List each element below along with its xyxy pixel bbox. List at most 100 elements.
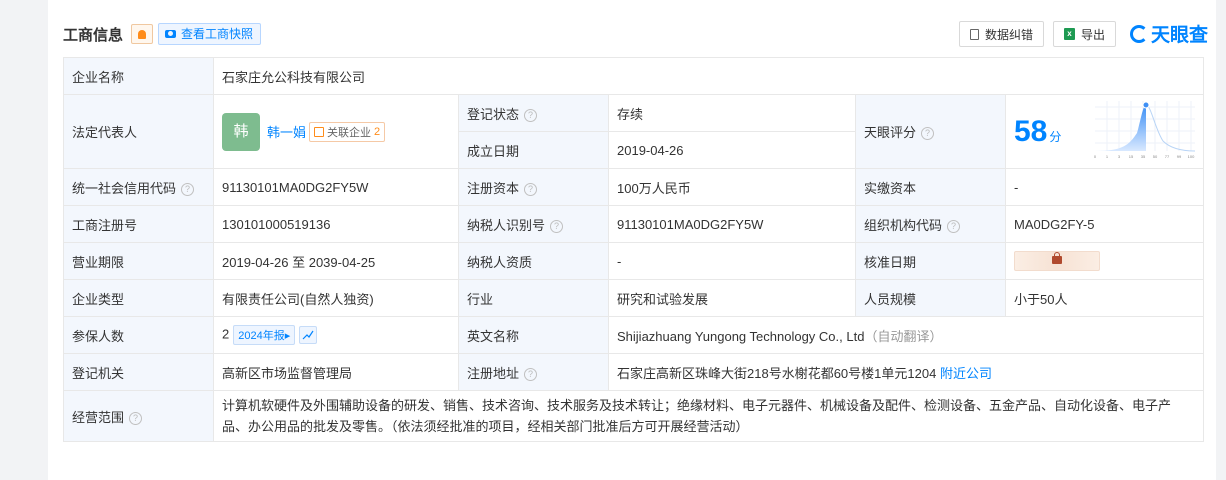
score-axis-tick: 99 — [1177, 154, 1182, 159]
insured-value: 2 — [222, 326, 230, 342]
view-snapshot-label: 查看工商快照 — [181, 27, 254, 41]
reg-no-value: 130101000519136 — [213, 205, 459, 243]
company-name-label: 企业名称 — [63, 57, 214, 95]
score-label-text: 天眼评分 — [864, 125, 917, 140]
business-scope-value: 计算机软硬件及外围辅助设备的研发、销售、技术咨询、技术服务及技术转让；绝缘材料、… — [212, 390, 1205, 442]
business-scope-label-text: 经营范围 — [72, 409, 125, 425]
table-row: 经营范围? 计算机软硬件及外围辅助设备的研发、销售、技术咨询、技术服务及技术转让… — [63, 390, 1205, 442]
org-code-label: 组织机构代码? — [855, 205, 1006, 243]
company-name-value: 石家庄允公科技有限公司 — [212, 57, 1205, 95]
founded-label: 成立日期 — [458, 131, 609, 169]
taxpayer-qual-value: - — [608, 242, 856, 280]
trend-chart-icon[interactable] — [299, 326, 318, 344]
legal-rep-label: 法定代表人 — [63, 94, 214, 169]
score-axis-tick: 3 — [1118, 154, 1121, 159]
score-axis-tick: 1 — [1106, 154, 1109, 159]
company-type-label: 企业类型 — [63, 279, 214, 317]
edit-doc-icon — [970, 28, 979, 40]
help-icon[interactable]: ? — [524, 182, 538, 196]
business-scope-label: 经营范围? — [63, 390, 214, 442]
excel-icon: x — [1064, 28, 1075, 40]
tianyancha-logo[interactable]: 天眼查 — [1129, 20, 1208, 47]
reg-authority-label: 登记机关 — [63, 353, 214, 391]
score-cell[interactable]: 58 分 0 1 3 15 35 50 77 99 100 — [1004, 94, 1205, 169]
reg-capital-value: 100万人民币 — [608, 168, 856, 206]
lock-icon — [1052, 252, 1062, 264]
avatar[interactable]: 韩 — [222, 112, 260, 151]
reg-status-label: 登记状态? — [458, 94, 609, 132]
export-label: 导出 — [1081, 27, 1106, 42]
reg-status-label-text: 登记状态 — [467, 106, 520, 122]
score-axis-tick: 50 — [1153, 154, 1158, 159]
score-axis-tick: 0 — [1094, 154, 1097, 159]
locked-value[interactable] — [1014, 251, 1100, 271]
table-row: 参保人数 2 2024年报▸ 英文名称 Shijiazhuang Yungong … — [63, 316, 1205, 354]
logo-mark-icon — [1129, 24, 1148, 43]
reg-status-value: 存续 — [608, 94, 856, 132]
legal-rep-cell: 韩韩一娟 关联企业 2 — [213, 94, 459, 169]
staff-size-value: 小于50人 — [1004, 279, 1205, 317]
related-label: 关联企业 — [327, 126, 372, 139]
reg-address-cell: 石家庄高新区珠峰大街218号水榭花都60号楼1单元1204 附近公司 — [607, 353, 1205, 391]
table-row: 企业名称 石家庄允公科技有限公司 — [63, 57, 1205, 95]
reg-address-label-text: 注册地址 — [467, 365, 520, 381]
help-icon[interactable]: ? — [550, 219, 564, 233]
english-name-value: Shijiazhuang Yungong Technology Co., Ltd — [617, 328, 865, 344]
data-correction-button[interactable]: 数据纠错 — [959, 21, 1045, 47]
nearby-companies-link[interactable]: 附近公司 — [940, 366, 992, 381]
term-value: 2019-04-26 至 2039-04-25 — [213, 242, 459, 280]
credit-code-label: 统一社会信用代码? — [63, 168, 214, 206]
table-row: 统一社会信用代码? 91130101MA0DG2FY5W 注册资本? 100万人… — [63, 168, 1205, 206]
related-icon — [314, 126, 325, 137]
paid-capital-value: - — [1004, 168, 1205, 206]
table-row: 企业类型 有限责任公司(自然人独资) 行业 研究和试验发展 人员规模 小于50人 — [63, 279, 1205, 317]
bell-icon[interactable] — [131, 24, 153, 44]
related-companies-tag[interactable]: 关联企业 2 — [309, 121, 386, 142]
help-icon[interactable]: ? — [921, 127, 935, 141]
insured-label: 参保人数 — [63, 316, 214, 354]
help-icon[interactable]: ? — [524, 108, 538, 122]
legal-rep-name[interactable]: 韩一娟 — [267, 125, 306, 140]
score-distribution-chart: 0 1 3 15 35 50 77 99 100 — [1094, 101, 1195, 159]
help-icon[interactable]: ? — [524, 367, 538, 381]
score-axis-tick: 100 — [1188, 154, 1195, 159]
section-title: 工商信息 — [63, 27, 124, 44]
reg-address-value: 石家庄高新区珠峰大街218号水榭花都60号楼1单元1204 — [617, 365, 937, 381]
business-info-card: 工商信息 查看工商快照 数据纠错 x 导出 天眼查 企业名称 石家庄允公科技有限… — [48, 0, 1216, 480]
table-row: 营业期限 2019-04-26 至 2039-04-25 纳税人资质 - 核准日… — [63, 242, 1205, 280]
annual-report-tag[interactable]: 2024年报▸ — [233, 325, 296, 345]
logo-text: 天眼查 — [1150, 25, 1208, 46]
export-button[interactable]: x 导出 — [1053, 21, 1117, 47]
approval-date-label: 核准日期 — [855, 242, 1006, 280]
help-icon[interactable]: ? — [181, 182, 195, 196]
score-axis-tick: 15 — [1129, 154, 1134, 159]
staff-size-label: 人员规模 — [855, 279, 1006, 317]
camera-icon — [165, 30, 176, 38]
help-icon[interactable]: ? — [129, 411, 143, 425]
score-value: 58 — [1014, 114, 1048, 148]
credit-code-label-text: 统一社会信用代码 — [72, 180, 177, 196]
founded-value: 2019-04-26 — [608, 131, 856, 169]
view-snapshot-button[interactable]: 查看工商快照 — [158, 23, 262, 45]
credit-code-value: 91130101MA0DG2FY5W — [213, 168, 459, 206]
score-unit: 分 — [1049, 129, 1062, 144]
reg-authority-value: 高新区市场监督管理局 — [213, 353, 459, 391]
taxpayer-id-label: 纳税人识别号? — [458, 205, 609, 243]
score-label: 天眼评分? — [855, 94, 1006, 169]
company-type-value: 有限责任公司(自然人独资) — [213, 279, 459, 317]
data-correction-label: 数据纠错 — [985, 27, 1034, 42]
industry-label: 行业 — [458, 279, 609, 317]
table-row: 登记机关 高新区市场监督管理局 注册地址? 石家庄高新区珠峰大街218号水榭花都… — [63, 353, 1205, 391]
help-icon[interactable]: ? — [947, 219, 961, 233]
info-table: 企业名称 石家庄允公科技有限公司 法定代表人 韩韩一娟 关联企业 2 登记状态? 存… — [63, 57, 1205, 442]
score-axis-tick: 35 — [1141, 154, 1146, 159]
term-label: 营业期限 — [63, 242, 214, 280]
auto-translate-note: （自动翻译） — [864, 328, 943, 344]
reg-address-label: 注册地址? — [458, 353, 609, 391]
approval-date-cell — [1004, 242, 1205, 280]
taxpayer-id-value: 91130101MA0DG2FY5W — [608, 205, 856, 243]
section-header: 工商信息 查看工商快照 数据纠错 x 导出 天眼查 — [63, 18, 1208, 52]
score-axis-tick: 77 — [1165, 154, 1170, 159]
reg-capital-label: 注册资本? — [458, 168, 609, 206]
industry-value: 研究和试验发展 — [608, 279, 856, 317]
